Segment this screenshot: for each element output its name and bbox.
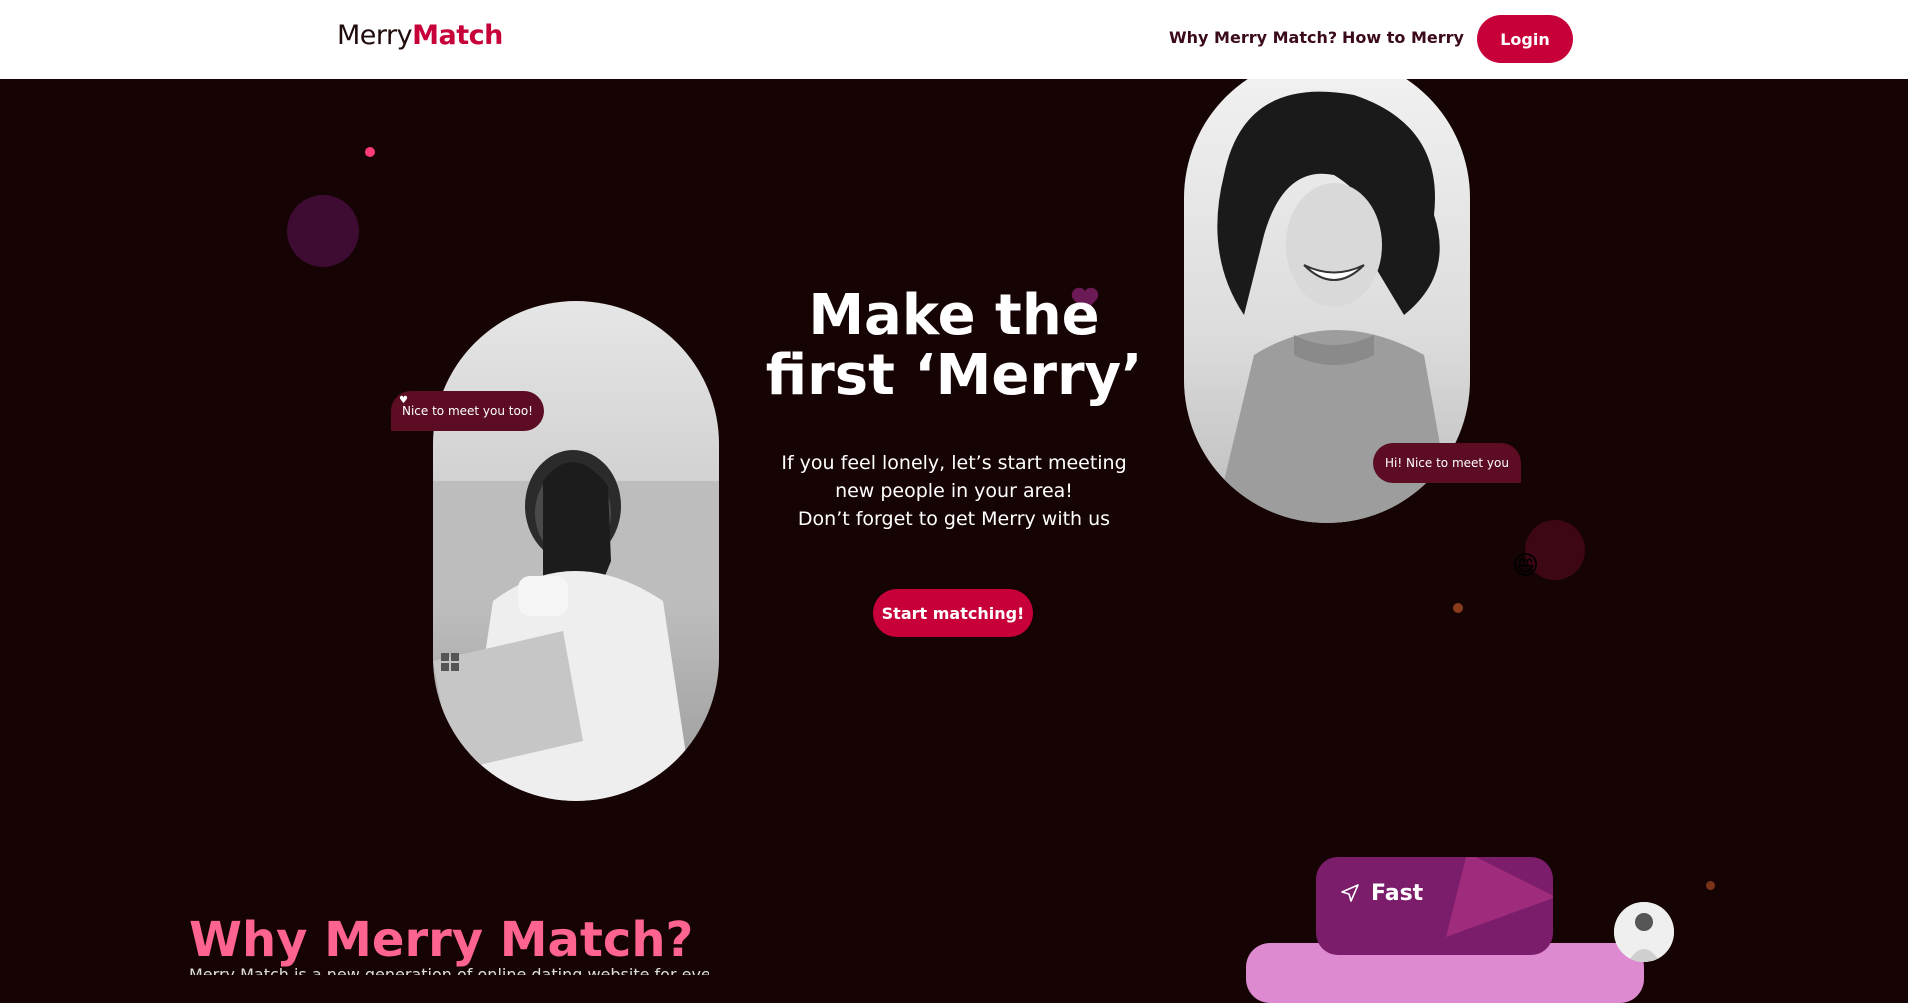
decor-dot-pink-small — [365, 147, 375, 157]
nav-link-how-to-merry[interactable]: How to Merry — [1342, 28, 1464, 47]
decor-dot-orange — [1453, 603, 1463, 613]
avatar-person-illustration — [1614, 902, 1674, 962]
chat-bubble-left-text: Nice to meet you too! — [401, 404, 533, 418]
avatar — [1614, 902, 1674, 962]
hero-subtitle: If you feel lonely, let’s start meeting … — [740, 449, 1168, 533]
feature-card-label: Fast — [1371, 881, 1424, 906]
hero-title: Make the first ‘Merry’ — [765, 283, 1143, 408]
why-section-description: Merry Match is a new generation of onlin… — [189, 965, 709, 975]
chat-bubble-left: ♥ Nice to meet you too! — [391, 391, 544, 431]
heart-icon: ♥ — [399, 395, 408, 406]
hero-subtitle-line: Don’t forget to get Merry with us — [797, 508, 1111, 530]
nav-link-why-merry-match[interactable]: Why Merry Match? — [1169, 28, 1337, 47]
paper-plane-bg-icon — [1446, 857, 1553, 937]
decor-circle-purple — [287, 195, 359, 267]
why-section-title: Why Merry Match? — [189, 912, 694, 968]
start-matching-button[interactable]: Start matching! — [873, 589, 1033, 637]
hero-subtitle-line: If you feel lonely, let’s start meeting — [781, 452, 1127, 474]
hero-subtitle-line: new people in your area! — [835, 480, 1073, 502]
chat-bubble-right: Hi! Nice to meet you — [1373, 443, 1521, 483]
paper-plane-icon — [1341, 884, 1359, 902]
smiling-emoji-icon: 😄 — [1512, 551, 1540, 581]
chat-bubble-right-text: Hi! Nice to meet you — [1385, 456, 1509, 470]
logo-text-merry: Merry — [337, 20, 413, 51]
feature-card-fast: Fast — [1316, 857, 1553, 955]
hero-photo-left — [433, 301, 719, 801]
logo-text-match: Match — [412, 20, 503, 51]
top-navbar: MerryMatch Why Merry Match? How to Merry… — [0, 0, 1908, 79]
login-button[interactable]: Login — [1477, 15, 1573, 63]
logo[interactable]: MerryMatch — [337, 20, 503, 51]
woman-laptop-illustration — [433, 450, 719, 801]
decor-dot-orange-2 — [1706, 881, 1715, 890]
